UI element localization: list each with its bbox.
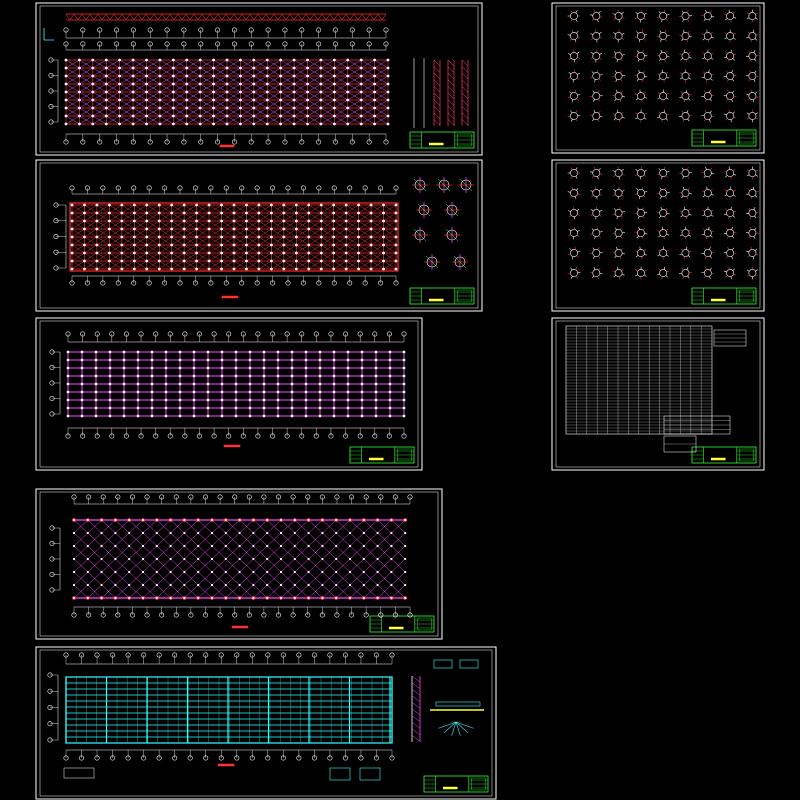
sheet-4-diagonal-web-plan	[35, 488, 443, 640]
side-elevations	[413, 58, 469, 128]
sheet-6-node-details-a	[551, 2, 765, 154]
axis-col	[49, 349, 61, 417]
sheet-8-material-table	[551, 317, 765, 471]
sheet-1-top-elevation-and-plan	[35, 2, 483, 156]
diagonal-web	[72, 518, 408, 600]
axis-row	[65, 427, 407, 439]
member-schedule-table	[565, 325, 747, 453]
axis-row	[63, 41, 389, 51]
ucs-icon	[43, 28, 54, 41]
axis-col	[49, 525, 61, 593]
title-block	[423, 775, 489, 793]
title-block	[409, 131, 475, 149]
title-block	[691, 129, 757, 147]
axis-col	[48, 57, 59, 125]
title-block	[369, 615, 435, 633]
purlin-side-elevation	[411, 675, 421, 742]
purlin-grid	[65, 676, 393, 744]
purlin-details	[329, 659, 484, 781]
axis-col	[47, 672, 59, 743]
axis-row	[65, 331, 407, 343]
title-block	[349, 446, 415, 464]
axis-col	[53, 202, 67, 271]
sheet-3-magenta-grid-plan	[35, 317, 423, 471]
sheet-2-red-grid-plan-with-node-details	[35, 159, 483, 312]
elevation-strip	[65, 13, 387, 21]
sheet-7-node-details-b	[551, 159, 765, 312]
node-detail-grid	[567, 9, 759, 123]
space-frame-grid	[66, 350, 406, 418]
title-block	[691, 287, 757, 305]
node-details	[412, 177, 474, 270]
axis-row	[63, 133, 389, 145]
space-frame-grid	[70, 203, 398, 271]
axis-row	[71, 606, 413, 618]
axis-row	[63, 27, 389, 39]
space-frame-grid	[64, 58, 390, 126]
node-detail-grid	[567, 166, 759, 280]
title-block	[691, 446, 757, 464]
axis-row	[63, 749, 395, 761]
cad-drawing-canvas	[35, 2, 765, 800]
title-block	[409, 287, 475, 305]
sheet-5-cyan-roof-purlin-plan	[35, 646, 497, 800]
axis-row	[69, 185, 399, 195]
axis-row	[63, 652, 395, 665]
axis-row	[71, 494, 413, 505]
axis-row	[69, 275, 399, 286]
